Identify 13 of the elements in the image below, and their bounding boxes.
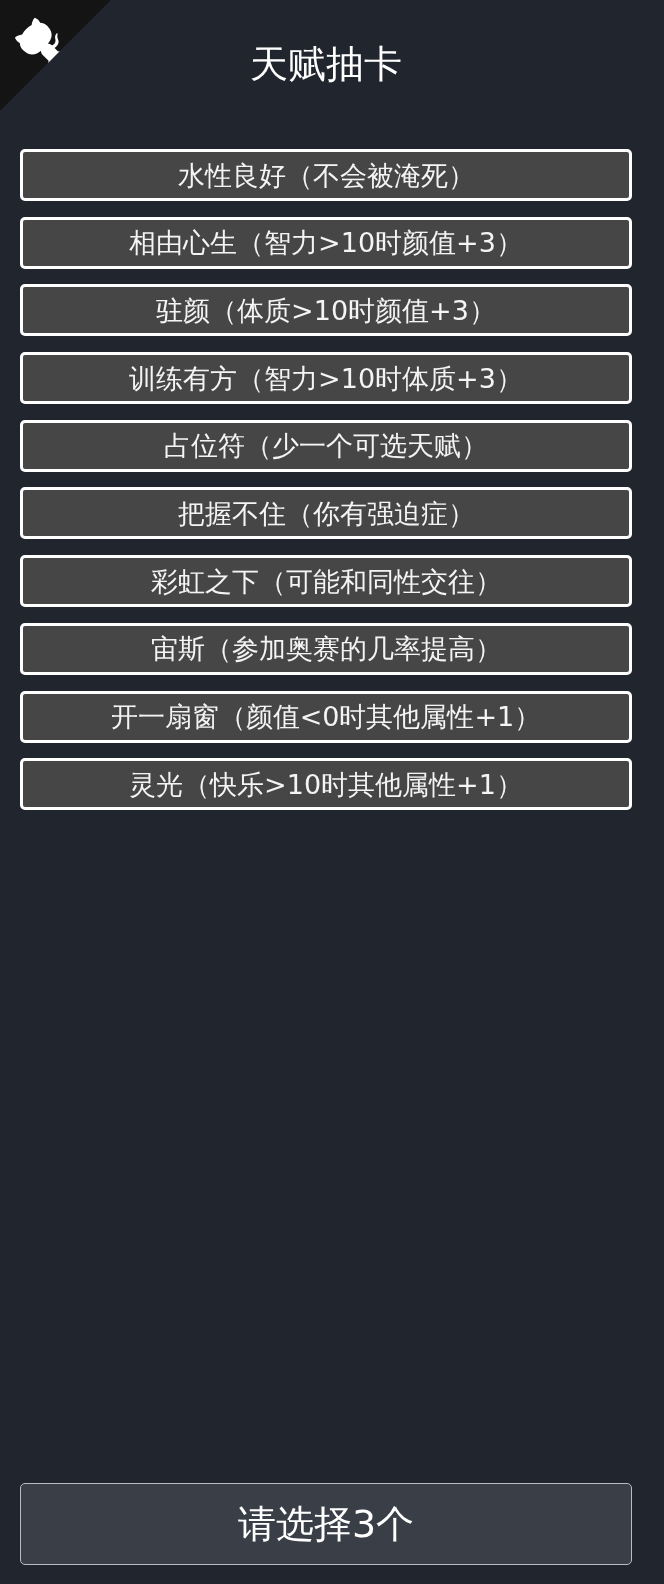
confirm-button[interactable]: 请选择3个 — [20, 1483, 632, 1565]
page-title: 天赋抽卡 — [250, 42, 402, 88]
talent-card[interactable]: 驻颜（体质>10时颜值+3） — [20, 284, 632, 337]
talent-card[interactable]: 宙斯（参加奥赛的几率提高） — [20, 622, 632, 675]
talent-card[interactable]: 开一扇窗（颜值<0时其他属性+1） — [20, 690, 632, 743]
talent-card[interactable]: 训练有方（智力>10时体质+3） — [20, 352, 632, 405]
talent-card[interactable]: 占位符（少一个可选天赋） — [20, 419, 632, 472]
talent-card[interactable]: 相由心生（智力>10时颜值+3） — [20, 216, 632, 269]
talent-card[interactable]: 把握不住（你有强迫症） — [20, 487, 632, 540]
cat-corner-icon[interactable] — [0, 0, 111, 111]
talent-card[interactable]: 彩虹之下（可能和同性交往） — [20, 555, 632, 608]
talent-card[interactable]: 灵光（快乐>10时其他属性+1） — [20, 758, 632, 811]
talent-card[interactable]: 水性良好（不会被淹死） — [20, 149, 632, 201]
